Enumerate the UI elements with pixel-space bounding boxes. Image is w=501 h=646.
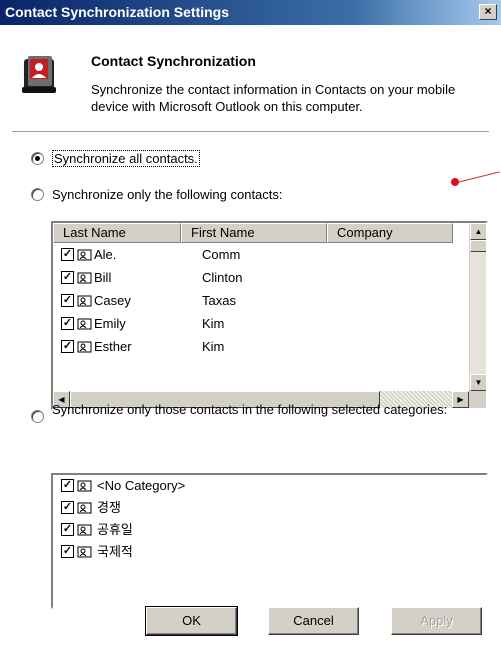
ok-button[interactable]: OK [145,606,238,636]
category-label: <No Category> [97,478,186,493]
list-item[interactable]: ✓ 경쟁 [53,497,473,519]
list-item[interactable]: ✓ <No Category> [53,475,473,497]
row-checkbox[interactable]: ✓ [61,248,74,261]
contact-card-icon [77,249,92,261]
scroll-up-icon[interactable]: ▲ [470,223,486,240]
categories-list[interactable]: ✓ <No Category> ✓ 경쟁 ✓ 공휴일 ✓ 국제적 [51,473,488,609]
radio-label-following: Synchronize only the following contacts: [52,187,283,202]
column-header-first-name[interactable]: First Name [181,223,327,243]
row-checkbox[interactable]: ✓ [61,294,74,307]
category-checkbox[interactable]: ✓ [61,501,74,514]
category-checkbox[interactable]: ✓ [61,479,74,492]
list-item[interactable]: ✓ 공휴일 [53,519,473,541]
radio-all-contacts[interactable]: Synchronize all contacts. [31,150,200,167]
scroll-right-icon[interactable]: ▶ [452,391,469,408]
row-checkbox[interactable]: ✓ [61,317,74,330]
radio-button[interactable] [31,152,44,165]
cancel-label: Cancel [293,613,334,628]
contact-card-icon [77,295,92,307]
cell-first-name: Clinton [202,270,243,285]
separator [12,131,489,133]
cell-last-name: Bill [94,270,112,285]
table-row[interactable]: ✓ Casey Taxas [53,290,463,313]
radio-only-following[interactable]: Synchronize only the following contacts: [31,186,283,203]
contact-card-icon [77,318,92,330]
vertical-scrollbar[interactable]: ▲ ▼ [469,223,486,391]
cell-last-name: Esther [94,339,132,354]
column-header-last-name[interactable]: Last Name [53,223,181,243]
row-checkbox[interactable]: ✓ [61,271,74,284]
cell-first-name: Kim [202,316,225,331]
contact-card-icon [77,341,92,353]
cell-last-name: Emily [94,316,126,331]
apply-label: Apply [420,613,453,628]
window-title: Contact Synchronization Settings [5,4,230,20]
address-book-icon [22,56,56,93]
header-description: Synchronize the contact information in C… [91,82,456,114]
category-checkbox[interactable]: ✓ [61,523,74,536]
title-bar[interactable]: Contact Synchronization Settings × [0,0,501,25]
radio-button[interactable] [31,188,44,201]
cell-last-name: Casey [94,293,131,308]
contact-card-icon [77,546,92,558]
contacts-list[interactable]: Last Name First Name Company ✓ Ale. Comm… [51,221,488,410]
category-checkbox[interactable]: ✓ [61,545,74,558]
table-row[interactable]: ✓ Esther Kim [53,336,463,359]
contact-card-icon [77,480,92,492]
contact-card-icon [77,272,92,284]
annotation-dot [451,178,459,186]
annotation-line [456,171,500,183]
contact-card-icon [77,502,92,514]
dialog-body: Contact Synchronization Synchronize the … [0,25,501,646]
scrollbar-corner [469,391,486,408]
table-row[interactable]: ✓ Ale. Comm [53,244,463,267]
header-title: Contact Synchronization [91,53,256,69]
radio-button[interactable] [31,410,44,423]
table-row[interactable]: ✓ Bill Clinton [53,267,463,290]
scroll-thumb[interactable] [470,240,486,252]
cell-last-name: Ale. [94,247,117,262]
close-icon[interactable]: × [479,4,497,20]
apply-button[interactable]: Apply [391,607,482,635]
cell-first-name: Taxas [202,293,236,308]
radio-only-categories[interactable]: Synchronize only those contacts in the f… [31,401,452,423]
list-header: Last Name First Name Company [53,223,463,243]
cancel-button[interactable]: Cancel [268,607,359,635]
radio-label-categories: Synchronize only those contacts in the f… [52,402,448,417]
contact-card-icon [77,524,92,536]
radio-label-all: Synchronize all contacts. [52,150,200,167]
row-checkbox[interactable]: ✓ [61,340,74,353]
ok-label: OK [182,613,201,628]
category-label: 공휴일 [97,522,133,537]
cell-first-name: Comm [202,247,241,262]
cell-first-name: Kim [202,339,225,354]
table-row[interactable]: ✓ Emily Kim [53,313,463,336]
list-item[interactable]: ✓ 국제적 [53,541,473,563]
column-header-company[interactable]: Company [327,223,453,243]
category-label: 경쟁 [97,500,121,515]
category-label: 국제적 [97,544,133,559]
scroll-down-icon[interactable]: ▼ [470,374,486,391]
